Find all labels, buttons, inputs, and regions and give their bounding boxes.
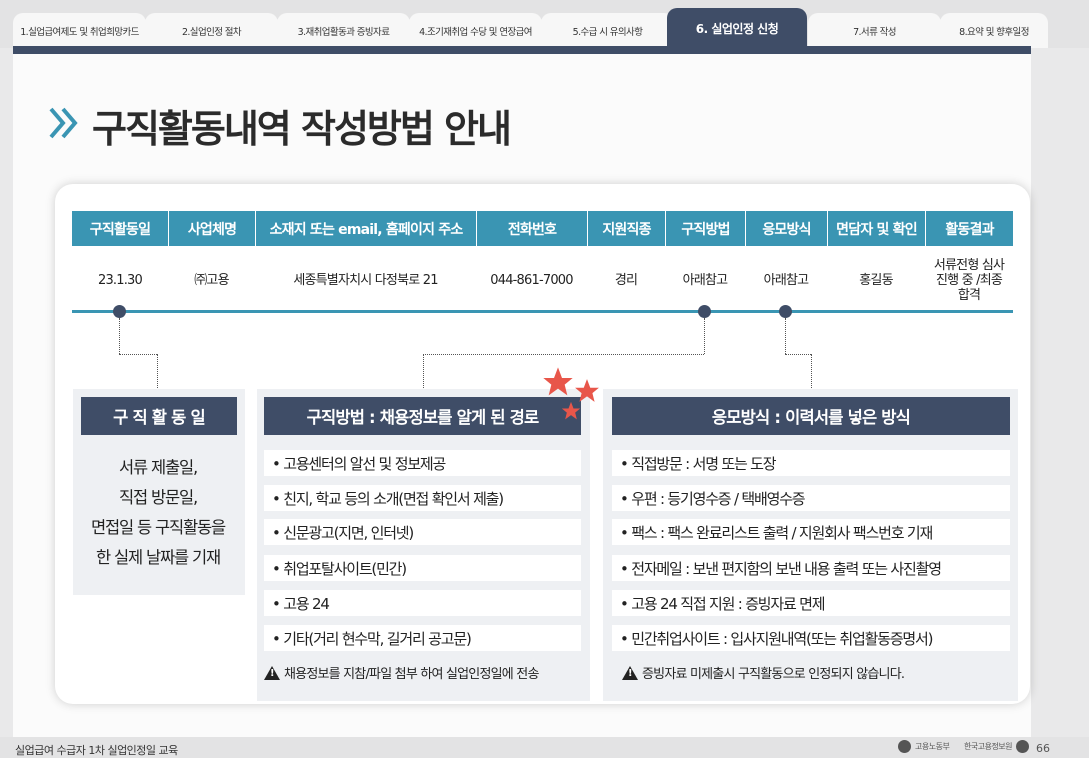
tab-3[interactable]: 3.재취업활동과 증빙자료 <box>277 13 410 48</box>
page-title: 구직활동내역 작성방법 안내 <box>92 107 512 151</box>
table-cell: ㈜고용 <box>194 272 229 288</box>
star-icon <box>561 401 581 420</box>
table-bottom-line <box>72 310 1013 313</box>
connector-line <box>785 354 811 355</box>
tab-underline <box>13 46 1031 54</box>
table-header: 사업체명 <box>168 211 255 246</box>
ministry-emblem-icon <box>898 740 911 753</box>
panel-method <box>257 389 590 701</box>
panel-date-heading: 구 직 활 동 일 <box>81 397 237 435</box>
table-header: 활동결과 <box>925 211 1013 246</box>
tab-1[interactable]: 1.실업급여제도 및 취업희망카드 <box>13 13 146 48</box>
page-number: 66 <box>1036 742 1050 755</box>
connector-dot <box>113 305 126 318</box>
panel-apply-heading: 응모방식 : 이력서를 넣은 방식 <box>612 397 1010 435</box>
tab-8[interactable]: 8.요약 및 향후일정 <box>940 13 1048 48</box>
connector-line <box>119 354 157 355</box>
list-item: • 고용센터의 알선 및 정보제공 <box>264 450 581 476</box>
footer-text: 실업급여 수급자 1차 실업인정일 교육 <box>15 744 178 757</box>
list-item: • 직접방문 : 서명 또는 도장 <box>612 450 1010 476</box>
table-header: 응모방식 <box>745 211 827 246</box>
connector-line <box>423 354 424 390</box>
table-cell: 아래참고 <box>763 272 809 288</box>
table-cell: 23.1.30 <box>97 272 143 288</box>
table-header: 면담자 및 확인 <box>827 211 925 246</box>
list-item: • 친지, 학교 등의 소개(면접 확인서 제출) <box>264 485 581 511</box>
logo-text: 고용노동부 <box>915 742 950 751</box>
table-header: 소재지 또는 email, 홈페이지 주소 <box>255 211 476 246</box>
list-item: • 고용 24 <box>264 590 581 616</box>
warning-icon <box>264 665 280 680</box>
table-cell: 세종특별자치시 다정북로 21 <box>293 272 438 288</box>
list-item: • 우편 : 등기영수증 / 택배영수증 <box>612 485 1010 511</box>
agency-logo: 한국고용정보원 <box>964 740 1030 753</box>
ministry-logo: 고용노동부 <box>898 740 950 753</box>
list-item: • 고용 24 직접 지원 : 증빙자료 면제 <box>612 590 1010 616</box>
panel-date-text: 서류 제출일, 직접 방문일, 면접일 등 구직활동을 한 실제 날짜를 기재 <box>73 453 243 573</box>
double-chevron-icon <box>49 107 78 139</box>
agency-emblem-icon <box>1016 740 1030 753</box>
connector-line <box>119 318 120 354</box>
connector-line <box>157 354 158 390</box>
connector-dot <box>779 305 792 318</box>
connector-line <box>423 354 704 355</box>
list-item: • 팩스 : 팩스 완료리스트 출력 / 지원회사 팩스번호 기재 <box>612 519 1010 545</box>
table-header: 지원직종 <box>587 211 665 246</box>
tab-2[interactable]: 2.실업인정 절차 <box>145 13 278 48</box>
table-header: 구직활동일 <box>72 211 168 246</box>
tab-4[interactable]: 4.조기재취업 수당 및 연장급여 <box>409 13 542 48</box>
list-item: • 기타(거리 현수막, 길거리 공고문) <box>264 625 581 651</box>
tab-7[interactable]: 7.서류 작성 <box>808 13 941 48</box>
warning-icon <box>622 665 638 680</box>
note-text: 채용정보를 지참/파일 첨부 하여 실업인정일에 전송 <box>284 667 539 682</box>
list-item: • 취업포탈사이트(민간) <box>264 555 581 581</box>
connector-line <box>704 318 705 354</box>
panel-method-note: 채용정보를 지참/파일 첨부 하여 실업인정일에 전송 <box>264 663 539 682</box>
table-cell: 서류전형 심사 진행 중 /최종 합격 <box>933 257 1005 303</box>
text-line: 면접일 등 구직활동을 <box>91 518 226 537</box>
connector-line <box>811 354 812 390</box>
table-cell: 아래참고 <box>682 272 728 288</box>
tab-6-active[interactable]: 6. 실업인정 신청 <box>667 8 807 48</box>
table-header: 전화번호 <box>476 211 587 246</box>
table-cell: 경리 <box>614 272 638 288</box>
list-item: • 신문광고(지면, 인터넷) <box>264 519 581 545</box>
table-header: 구직방법 <box>665 211 745 246</box>
tab-5[interactable]: 5.수급 시 유의사항 <box>541 13 674 48</box>
logo-text: 한국고용정보원 <box>964 742 1013 751</box>
list-item: • 민간취업사이트 : 입사지원내역(또는 취업활동증명서) <box>612 625 1010 651</box>
panel-apply <box>603 389 1018 701</box>
connector-dot <box>698 305 711 318</box>
list-item: • 전자메일 : 보낸 편지함의 보낸 내용 출력 또는 사진촬영 <box>612 555 1010 581</box>
table-cell: 홍길동 <box>859 272 893 288</box>
note-text: 증빙자료 미제출시 구직활동으로 인정되지 않습니다. <box>642 667 905 682</box>
text-line: 서류 제출일, <box>119 458 198 477</box>
panel-method-heading: 구직방법 : 채용정보를 알게 된 경로 <box>264 397 581 435</box>
connector-line <box>785 318 786 354</box>
star-icon <box>543 367 573 396</box>
table-cell: 044-861-7000 <box>490 272 573 288</box>
text-line: 한 실제 날짜를 기재 <box>96 548 221 567</box>
panel-apply-note: 증빙자료 미제출시 구직활동으로 인정되지 않습니다. <box>622 663 905 682</box>
text-line: 직접 방문일, <box>119 488 198 507</box>
